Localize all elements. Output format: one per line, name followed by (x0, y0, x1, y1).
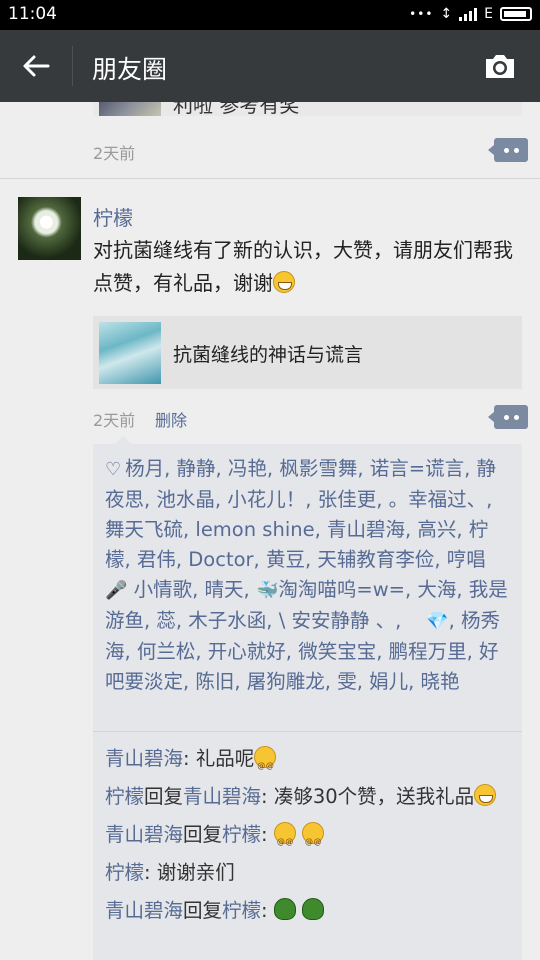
data-arrows-icon: ↕ (440, 6, 453, 22)
post-author[interactable]: 柠檬 (93, 202, 133, 231)
likes-separator (93, 731, 522, 732)
page-title: 朋友圈 (92, 55, 168, 84)
comment-text: : 礼品呢 (183, 747, 255, 770)
prev-link-title: 利啦 参考有奖 (173, 102, 300, 116)
comment-reply-word: 回复 (183, 823, 223, 846)
moments-feed[interactable]: 利啦 参考有奖 2天前 柠檬 对抗菌缝线有了新的认识，大赞，请朋友们帮我点赞，有… (0, 102, 540, 960)
interaction-panel: ♡ 杨月, 静静, 冯艳, 枫影雪舞, 诺言=谎言, 静夜思, 池水晶, 小花儿！… (93, 436, 522, 960)
post-text-content: 对抗菌缝线有了新的认识，大赞，请朋友们帮我点赞，有礼品，谢谢 (93, 238, 513, 295)
link-title: 抗菌缝线的神话与谎言 (173, 344, 364, 366)
camera-icon[interactable] (482, 48, 518, 84)
post-time: 2天前 (93, 411, 136, 430)
comment-author[interactable]: 青山碧海 (105, 747, 183, 770)
turtle-emoji-icon (273, 898, 296, 920)
comment-dots-icon[interactable] (488, 405, 528, 429)
shy-emoji-icon (254, 746, 277, 782)
comment-reply-target[interactable]: 柠檬 (222, 899, 261, 922)
comment-item[interactable]: 青山碧海回复柠檬: (105, 818, 510, 858)
comment-text: : (261, 899, 274, 922)
likes-names-2[interactable]: 小情歌, 晴天, (134, 578, 250, 601)
gem-icon: 💎 (426, 611, 449, 632)
grin-emoji-icon (474, 784, 497, 806)
comment-reply-target[interactable]: 柠檬 (222, 823, 261, 846)
status-bar: 11:04 ••• ↕ E (0, 0, 540, 30)
comment-dots-icon[interactable] (488, 138, 528, 162)
post-separator (0, 178, 540, 179)
whale-icon: 🐳 (255, 580, 279, 601)
heart-icon: ♡ (105, 459, 122, 480)
arrow-left-icon[interactable] (18, 48, 54, 84)
turtle-emoji-icon (302, 898, 325, 920)
comment-text: : 凑够30个赞，送我礼品 (261, 785, 475, 808)
microphone-icon: 🎤 (105, 580, 128, 601)
comment-item[interactable]: 青山碧海回复柠檬: (105, 894, 510, 927)
dizzy-emoji-icon (273, 822, 296, 858)
likes-names-1[interactable]: 杨月, 静静, 冯艳, 枫影雪舞, 诺言=谎言, 静夜思, 池水晶, 小花儿！,… (105, 457, 496, 571)
comment-item[interactable]: 柠檬: 谢谢亲们 (105, 856, 510, 889)
nav-divider (72, 46, 73, 86)
comment-reply-word: 回复 (144, 785, 184, 808)
comment-reply-target[interactable]: 青山碧海 (183, 785, 261, 808)
status-time: 11:04 (8, 4, 57, 24)
prev-link-thumbnail (99, 102, 161, 116)
signal-icon (459, 7, 478, 21)
comment-item[interactable]: 青山碧海: 礼品呢 (105, 742, 510, 782)
dizzy-emoji-icon (302, 822, 325, 858)
comment-reply-word: 回复 (183, 899, 223, 922)
comments-list: 青山碧海: 礼品呢 柠檬回复青山碧海: 凑够30个赞，送我礼品 青山碧海回复柠檬… (105, 742, 510, 932)
comment-item[interactable]: 柠檬回复青山碧海: 凑够30个赞，送我礼品 (105, 780, 510, 813)
nav-bar: 朋友圈 (0, 30, 540, 102)
link-thumbnail (99, 322, 161, 384)
notification-dots-icon: ••• (409, 7, 434, 21)
network-type: E (484, 6, 493, 22)
avatar[interactable] (18, 197, 81, 260)
battery-icon (500, 7, 532, 21)
status-icons: ••• ↕ E (409, 6, 532, 22)
prev-post-time: 2天前 (93, 144, 136, 163)
comment-author[interactable]: 柠檬 (105, 785, 144, 808)
prev-link-card[interactable]: 利啦 参考有奖 (93, 102, 522, 116)
delete-button[interactable]: 删除 (155, 407, 187, 431)
link-card[interactable]: 抗菌缝线的神话与谎言 (93, 316, 522, 389)
comment-author[interactable]: 柠檬 (105, 861, 144, 884)
grin-emoji-icon (273, 271, 295, 293)
likes-list: ♡ 杨月, 静静, 冯艳, 枫影雪舞, 诺言=谎言, 静夜思, 池水晶, 小花儿！… (105, 454, 510, 697)
comment-author[interactable]: 青山碧海 (105, 899, 183, 922)
comment-author[interactable]: 青山碧海 (105, 823, 183, 846)
comment-text: : (261, 823, 274, 846)
post-text: 对抗菌缝线有了新的认识，大赞，请朋友们帮我点赞，有礼品，谢谢 (93, 234, 525, 300)
comment-text: : 谢谢亲们 (144, 861, 235, 884)
